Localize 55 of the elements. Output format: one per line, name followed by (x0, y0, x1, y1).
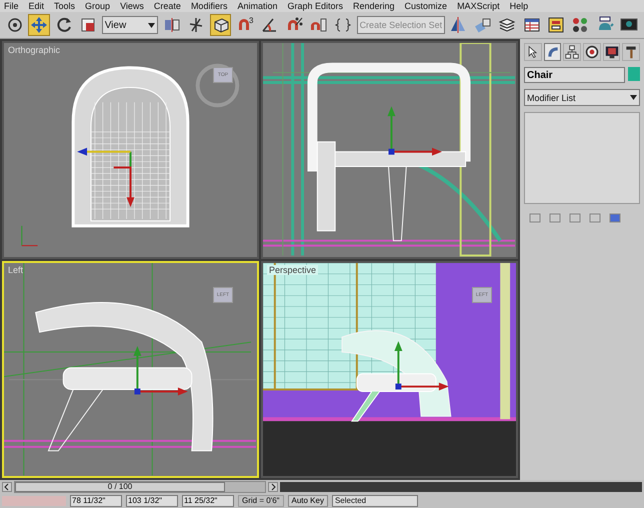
menu-item[interactable]: Rendering (353, 0, 395, 12)
angle-snap-icon[interactable] (260, 16, 279, 34)
key-filter-dropdown[interactable]: Selected (332, 495, 418, 507)
next-frame-button[interactable] (268, 482, 278, 492)
color-swatch[interactable] (628, 67, 640, 81)
caret-icon (148, 22, 156, 28)
menu-item[interactable]: Create (154, 0, 181, 12)
viewport-label[interactable]: Perspective (267, 264, 318, 274)
layers-icon[interactable] (498, 16, 516, 34)
previous-frame-button[interactable] (2, 482, 12, 492)
coordinate-field[interactable]: 78 11/32" (70, 495, 122, 507)
menu-item[interactable]: Tools (54, 0, 76, 12)
hammer-icon[interactable] (624, 45, 638, 59)
auto-key-button[interactable]: Auto Key (288, 495, 328, 507)
scale-icon[interactable] (78, 16, 97, 34)
transform-gizmo[interactable] (388, 106, 442, 156)
timeline-bar[interactable]: 0 / 100 (14, 481, 266, 493)
menu-item[interactable]: Group (85, 0, 110, 12)
menu-item[interactable]: Animation (237, 0, 278, 12)
axis-tripod-icon (21, 225, 38, 246)
hierarchy-icon[interactable] (565, 45, 580, 59)
coordinate-field[interactable]: 103 1/32" (126, 495, 178, 507)
configure-sets-icon[interactable] (608, 212, 622, 224)
menu-item[interactable]: File (4, 0, 19, 12)
frame-counter[interactable]: 0 / 100 (15, 482, 225, 492)
menu-item[interactable]: Graph Editors (287, 0, 344, 12)
rotate-icon[interactable] (54, 16, 73, 34)
view-dropdown[interactable]: View (102, 16, 158, 34)
schematic-icon[interactable] (546, 16, 565, 34)
bend-icon[interactable] (546, 45, 560, 59)
transform-gizmo[interactable] (77, 148, 134, 208)
grid-size-text: Grid = 0'6" (238, 495, 284, 507)
cube-icon[interactable] (212, 16, 230, 34)
menu-item[interactable]: Edit (28, 0, 44, 12)
menu-item[interactable]: MAXScript (457, 0, 500, 12)
table-icon[interactable] (522, 16, 541, 34)
menu-item[interactable]: Views (120, 0, 144, 12)
monitor-icon[interactable] (604, 45, 619, 59)
modifier-list-dropdown[interactable]: Modifier List (524, 89, 640, 106)
coordinate-field[interactable]: 11 25/32" (182, 495, 234, 507)
select-icon[interactable] (6, 16, 24, 34)
spinner-snap-icon[interactable] (309, 16, 328, 34)
pivot-icon[interactable] (162, 16, 181, 34)
menu-item[interactable]: Customize (404, 0, 448, 12)
braces-icon[interactable] (334, 16, 352, 34)
align-icon[interactable] (474, 16, 492, 34)
caret-icon (630, 95, 637, 100)
mirror-icon[interactable] (449, 16, 468, 34)
transform-gizmo[interactable] (133, 346, 188, 395)
menu-item[interactable]: Modifiers (190, 0, 228, 12)
menu-item[interactable]: Help (510, 0, 528, 12)
spheres-icon[interactable] (571, 16, 590, 34)
object-name-field[interactable]: Chair (524, 67, 625, 83)
move-icon[interactable] (30, 16, 48, 34)
transform-gizmo[interactable] (394, 340, 449, 390)
